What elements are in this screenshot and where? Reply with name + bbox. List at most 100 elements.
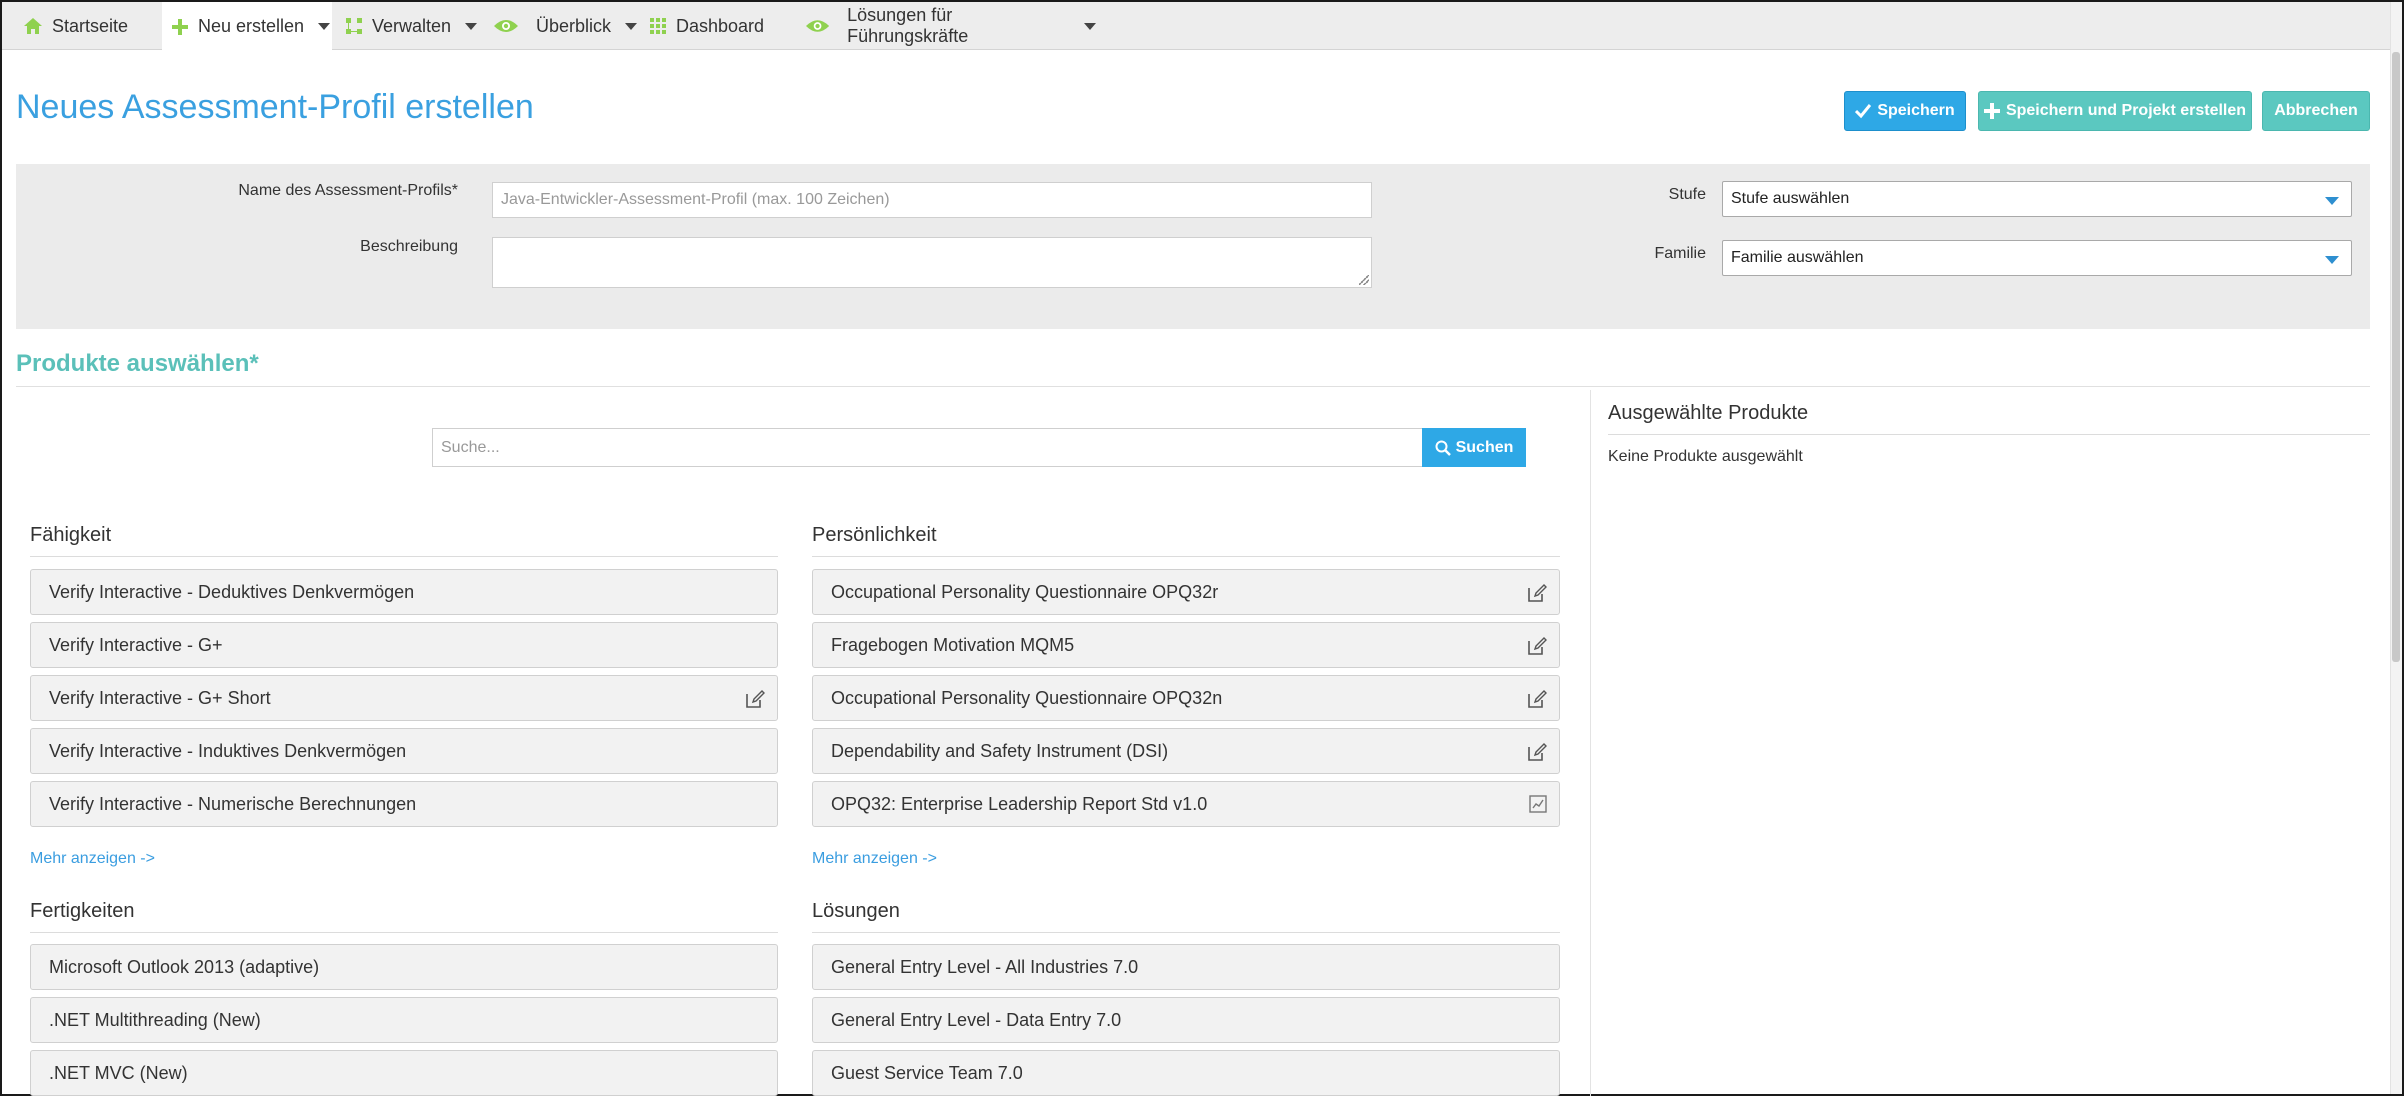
search-button-label: Suchen [1455,438,1514,456]
nav-label-startseite: Startseite [52,15,129,36]
chevron-down-icon [465,22,478,30]
edit-icon[interactable] [1527,689,1547,709]
manage-icon [346,18,362,34]
scrollbar-thumb[interactable] [2392,52,2400,662]
nav-item-loesungen-fuehrungskraefte[interactable]: Lösungen für Führungskräfte [806,2,1096,50]
product-item[interactable]: General Entry Level - All Industries 7.0 [812,944,1560,990]
nav-label-verwalten: Verwalten [372,15,452,36]
product-item[interactable]: OPQ32: Enterprise Leadership Report Std … [812,781,1560,827]
product-label: OPQ32: Enterprise Leadership Report Std … [831,793,1208,814]
nav-item-startseite[interactable]: Startseite [24,2,144,50]
nav-item-neu-erstellen[interactable]: Neu erstellen [162,2,332,51]
eye-icon [806,20,830,32]
page-title: Neues Assessment-Profil erstellen [16,88,534,126]
cancel-button[interactable]: Abbrechen [2262,91,2370,131]
product-item[interactable]: .NET Multithreading (New) [30,997,778,1043]
product-item[interactable]: Guest Service Team 7.0 [812,1050,1560,1096]
product-label: General Entry Level - Data Entry 7.0 [831,1009,1122,1030]
product-item[interactable]: Verify Interactive - G+ [30,622,778,668]
profile-name-input[interactable]: Java-Entwickler-Assessment-Profil (max. … [492,182,1372,218]
chevron-down-icon [625,22,638,30]
column-divider [1590,390,1591,1096]
category-divider [812,932,1560,933]
product-label: Verify Interactive - Deduktives Denkverm… [49,581,415,602]
plus-icon [1983,103,2000,119]
product-item[interactable]: Occupational Personality Questionnaire O… [812,569,1560,615]
eye-icon [494,20,518,32]
product-item[interactable]: General Entry Level - Data Entry 7.0 [812,997,1560,1043]
resize-grip-icon[interactable] [1359,275,1369,285]
nav-item-dashboard[interactable]: Dashboard [650,2,780,50]
product-label: Occupational Personality Questionnaire O… [831,687,1223,708]
category-divider [30,556,778,557]
product-label: General Entry Level - All Industries 7.0 [831,956,1139,977]
product-label: Microsoft Outlook 2013 (adaptive) [49,956,320,977]
product-label: Verify Interactive - G+ Short [49,687,271,708]
grid-icon [650,18,666,34]
product-label: .NET MVC (New) [49,1062,188,1083]
save-button-label: Speichern [1877,102,1955,119]
plus-icon [172,18,188,35]
chevron-down-icon [318,23,331,30]
category-title-solutions: Lösungen [812,900,900,922]
product-label: Verify Interactive - G+ [49,634,223,655]
product-label: Fragebogen Motivation MQM5 [831,634,1075,655]
show-more-link-personality[interactable]: Mehr anzeigen -> [812,850,937,868]
edit-icon[interactable] [1527,583,1547,603]
product-item[interactable]: Microsoft Outlook 2013 (adaptive) [30,944,778,990]
category-divider [812,556,1560,557]
edit-icon[interactable] [1527,742,1547,762]
product-item[interactable]: Dependability and Safety Instrument (DSI… [812,728,1560,774]
family-select-value: Familie auswählen [1731,249,1864,266]
product-item[interactable]: Fragebogen Motivation MQM5 [812,622,1560,668]
level-label: Stufe [1668,186,1706,203]
category-title-ability: Fähigkeit [30,524,112,546]
product-label: Guest Service Team 7.0 [831,1062,1023,1083]
category-title-personality: Persönlichkeit [812,524,937,546]
category-title-skills: Fertigkeiten [30,900,135,922]
nav-label-ueberblick: Überblick [536,15,612,36]
product-label: .NET Multithreading (New) [49,1009,261,1030]
category-divider [30,932,778,933]
nav-item-ueberblick[interactable]: Überblick [494,2,644,50]
section-divider [16,386,2370,387]
home-icon [24,18,42,34]
product-label: Occupational Personality Questionnaire O… [831,581,1219,602]
save-and-create-project-label: Speichern und Projekt erstellen [2005,102,2247,119]
save-button[interactable]: Speichern [1844,91,1966,131]
chevron-down-icon [2325,197,2339,205]
edit-icon[interactable] [745,689,765,709]
nav-label-loesungen: Lösungen für Führungskräfte [847,5,969,46]
product-label: Dependability and Safety Instrument (DSI… [831,740,1169,761]
nav-label-dashboard: Dashboard [676,15,765,36]
family-select[interactable]: Familie auswählen [1722,240,2352,276]
chevron-down-icon [2325,256,2339,264]
product-item[interactable]: .NET MVC (New) [30,1050,778,1096]
selected-products-empty-text: Keine Produkte ausgewählt [1608,448,1803,465]
top-navbar: Startseite Neu erstellen Verwalten Überb… [2,2,2402,51]
description-textarea[interactable] [492,237,1372,288]
level-select[interactable]: Stufe auswählen [1722,181,2352,217]
product-search-input[interactable]: Suche... [432,428,1423,467]
product-item[interactable]: Verify Interactive - Deduktives Denkverm… [30,569,778,615]
product-item[interactable]: Verify Interactive - Numerische Berechnu… [30,781,778,827]
report-icon[interactable] [1529,795,1547,813]
chevron-down-icon [1084,22,1096,30]
level-select-value: Stufe auswählen [1731,190,1850,207]
cancel-button-label: Abbrechen [2274,102,2358,119]
save-and-create-project-button[interactable]: Speichern und Projekt erstellen [1978,91,2252,131]
product-label: Verify Interactive - Numerische Berechnu… [49,793,417,814]
nav-item-verwalten[interactable]: Verwalten [346,2,486,50]
search-icon [1435,440,1451,456]
product-item[interactable]: Occupational Personality Questionnaire O… [812,675,1560,721]
family-label: Familie [1654,245,1706,262]
description-label: Beschreibung [360,238,458,255]
show-more-link-ability[interactable]: Mehr anzeigen -> [30,850,155,868]
selected-products-divider [1608,434,2370,435]
name-label: Name des Assessment-Profils* [238,182,458,199]
search-button[interactable]: Suchen [1422,428,1526,467]
checkmark-icon [1855,104,1872,119]
product-item[interactable]: Verify Interactive - G+ Short [30,675,778,721]
product-item[interactable]: Verify Interactive - Induktives Denkverm… [30,728,778,774]
edit-icon[interactable] [1527,636,1547,656]
